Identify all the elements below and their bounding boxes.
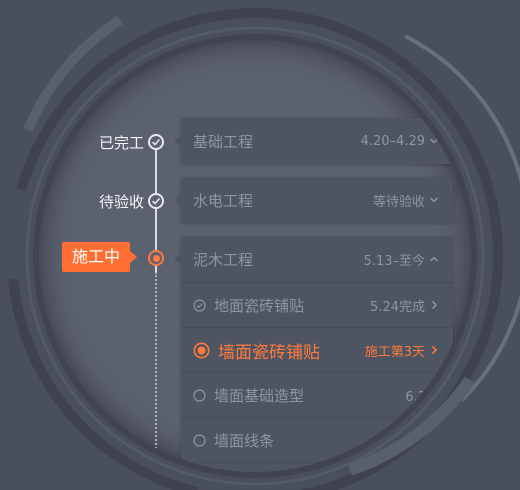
stage-title: 泥木工程 xyxy=(193,250,254,269)
subtask-status: 施工第3天 xyxy=(364,344,425,360)
circle-outline-icon xyxy=(193,388,206,402)
subtask-title: 墙面基础造型 xyxy=(214,386,305,405)
check-circle-icon xyxy=(148,193,164,209)
stage-title: 基础工程 xyxy=(193,132,254,151)
subtask-item[interactable]: 地面瓷砖铺贴 5.24完成 xyxy=(181,283,453,328)
stage-header[interactable]: 泥木工程 5.13–至今 xyxy=(181,236,453,283)
subtask-title: 墙面线条 xyxy=(214,431,275,450)
timeline-status-done: 已完工 xyxy=(98,134,144,152)
timeline-dotted-line xyxy=(155,272,157,472)
subtask-item-active[interactable]: 墙面瓷砖铺贴 施工第3天 xyxy=(181,328,453,373)
chevron-down-icon xyxy=(429,197,439,203)
subtask-title: 地面瓷砖铺贴 xyxy=(214,296,305,315)
chevron-right-icon xyxy=(431,300,438,310)
check-circle-icon xyxy=(193,298,206,312)
timeline-status-pending: 待验收 xyxy=(98,193,144,211)
subtask-status: 6.2开 xyxy=(405,389,439,405)
chevron-down-icon xyxy=(429,138,439,144)
stage-card-foundation[interactable]: 基础工程 4.20–4.29 xyxy=(174,118,453,164)
circle-outline-icon xyxy=(193,433,206,447)
radio-active-icon xyxy=(193,342,210,358)
timeline-status-active-tag: 施工中 xyxy=(62,242,138,272)
subtask-item[interactable]: 墙面线条 xyxy=(181,418,453,463)
subtask-title: 墙面瓷砖铺贴 xyxy=(218,342,320,363)
chevron-up-icon xyxy=(429,256,439,262)
stage-date: 4.20–4.29 xyxy=(360,133,425,149)
stage-card-masonry-carpentry: 泥木工程 5.13–至今 地面瓷砖铺贴 5.24完成 墙面瓷砖铺贴 施工第3天 … xyxy=(174,236,453,472)
check-circle-icon xyxy=(148,134,164,150)
stage-title: 水电工程 xyxy=(193,191,254,210)
magnifier-lens: 已完工 待验收 施工中 基础工程 4.20–4.29 水电工程 等待验收 泥木工… xyxy=(39,40,471,472)
stage-status: 等待验收 xyxy=(372,194,425,210)
chevron-right-icon xyxy=(431,345,438,355)
stage-card-plumbing-electric[interactable]: 水电工程 等待验收 xyxy=(174,177,453,223)
subtask-status: 5.24完成 xyxy=(370,299,425,315)
stage-date: 5.13–至今 xyxy=(363,253,425,269)
active-dot-icon xyxy=(148,250,164,266)
subtask-item[interactable]: 墙面基础造型 6.2开 xyxy=(181,373,453,418)
